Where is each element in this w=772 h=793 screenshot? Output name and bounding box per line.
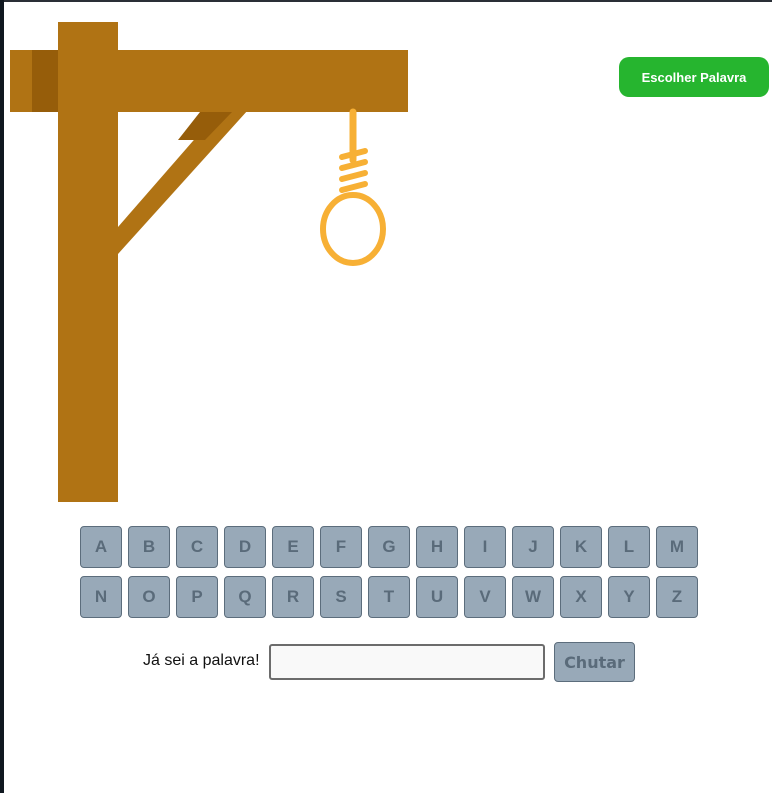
gallows-brace bbox=[118, 110, 248, 254]
letter-button-l[interactable]: L bbox=[608, 526, 650, 568]
letter-button-o[interactable]: O bbox=[128, 576, 170, 618]
noose-coil bbox=[339, 170, 368, 182]
noose-coil bbox=[339, 148, 368, 160]
letter-keyboard: ABCDEFGHIJKLM NOPQRSTUVWXYZ bbox=[80, 526, 700, 626]
letter-row: NOPQRSTUVWXYZ bbox=[80, 576, 700, 618]
gallows-post bbox=[58, 22, 118, 502]
guess-word-label: Já sei a palavra! bbox=[143, 652, 260, 669]
gallows-illustration bbox=[10, 22, 408, 502]
letter-button-e[interactable]: E bbox=[272, 526, 314, 568]
guess-word-input[interactable] bbox=[269, 644, 545, 680]
letter-button-b[interactable]: B bbox=[128, 526, 170, 568]
noose-coil bbox=[339, 159, 368, 171]
letter-button-q[interactable]: Q bbox=[224, 576, 266, 618]
letter-button-v[interactable]: V bbox=[464, 576, 506, 618]
letter-button-s[interactable]: S bbox=[320, 576, 362, 618]
letter-button-g[interactable]: G bbox=[368, 526, 410, 568]
letter-button-y[interactable]: Y bbox=[608, 576, 650, 618]
letter-button-j[interactable]: J bbox=[512, 526, 554, 568]
window-left-border bbox=[0, 0, 4, 793]
letter-button-u[interactable]: U bbox=[416, 576, 458, 618]
window-top-border bbox=[0, 0, 772, 2]
letter-button-w[interactable]: W bbox=[512, 576, 554, 618]
choose-word-button[interactable]: Escolher Palavra bbox=[619, 57, 769, 97]
letter-button-k[interactable]: K bbox=[560, 526, 602, 568]
letter-button-d[interactable]: D bbox=[224, 526, 266, 568]
letter-row: ABCDEFGHIJKLM bbox=[80, 526, 700, 568]
guess-submit-button[interactable]: Chutar bbox=[554, 642, 635, 682]
letter-button-t[interactable]: T bbox=[368, 576, 410, 618]
letter-button-f[interactable]: F bbox=[320, 526, 362, 568]
letter-button-p[interactable]: P bbox=[176, 576, 218, 618]
noose-coil bbox=[339, 181, 368, 193]
letter-button-m[interactable]: M bbox=[656, 526, 698, 568]
letter-button-c[interactable]: C bbox=[176, 526, 218, 568]
letter-button-h[interactable]: H bbox=[416, 526, 458, 568]
noose-loop bbox=[320, 192, 386, 266]
letter-button-i[interactable]: I bbox=[464, 526, 506, 568]
gallows-beam-shadow bbox=[32, 50, 58, 112]
letter-button-r[interactable]: R bbox=[272, 576, 314, 618]
letter-button-x[interactable]: X bbox=[560, 576, 602, 618]
letter-button-n[interactable]: N bbox=[80, 576, 122, 618]
letter-button-z[interactable]: Z bbox=[656, 576, 698, 618]
letter-button-a[interactable]: A bbox=[80, 526, 122, 568]
